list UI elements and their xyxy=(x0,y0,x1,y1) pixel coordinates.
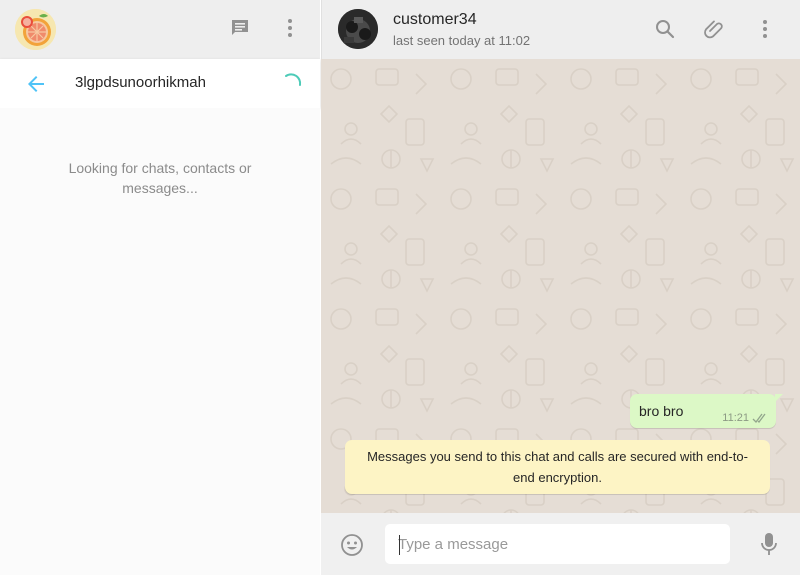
message-time: 11:21 xyxy=(722,412,749,424)
contact-name: customer34 xyxy=(393,11,477,28)
chat-search-button[interactable] xyxy=(653,17,677,41)
search-input[interactable]: 3lgpdsunoorhikmah xyxy=(75,74,206,91)
emoji-icon xyxy=(341,534,363,556)
contact-avatar[interactable] xyxy=(338,9,378,49)
more-vertical-icon xyxy=(763,20,767,38)
message-text: bro bro xyxy=(639,403,684,419)
loading-spinner xyxy=(280,71,304,95)
attach-icon xyxy=(704,20,723,39)
search-results: Looking for chats, contacts or messages.… xyxy=(0,108,320,575)
mic-icon xyxy=(761,533,777,555)
search-bar: 3lgpdsunoorhikmah xyxy=(0,59,320,108)
message-list[interactable]: bro bro 11:21 Messages you send to this … xyxy=(321,59,800,513)
search-status-text: Looking for chats, contacts or messages.… xyxy=(68,160,252,196)
contact-last-seen: last seen today at 11:02 xyxy=(393,33,531,48)
double-check-icon xyxy=(752,413,766,423)
contact-photo xyxy=(338,9,378,49)
emoji-button[interactable] xyxy=(340,533,364,562)
sidebar-header xyxy=(0,0,320,59)
new-chat-button[interactable] xyxy=(228,16,252,40)
text-caret xyxy=(399,535,400,555)
search-back-button[interactable] xyxy=(24,72,48,101)
grapefruit-icon xyxy=(15,9,56,50)
chat-menu-button[interactable] xyxy=(753,17,777,41)
outgoing-message[interactable]: bro bro 11:21 xyxy=(630,394,783,428)
sidebar: 3lgpdsunoorhikmah Looking for chats, con… xyxy=(0,0,320,575)
voice-message-button[interactable] xyxy=(760,532,778,563)
message-input-box[interactable] xyxy=(384,523,731,565)
chat-header[interactable]: customer34 last seen today at 11:02 xyxy=(321,0,800,59)
message-input[interactable] xyxy=(385,524,730,564)
more-vertical-icon xyxy=(288,19,292,37)
sidebar-menu-button[interactable] xyxy=(278,16,302,40)
search-icon xyxy=(656,20,675,39)
chat-pane: customer34 last seen today at 11:02 bro … xyxy=(321,0,800,575)
profile-avatar[interactable] xyxy=(15,9,56,50)
message-meta: 11:21 xyxy=(722,412,768,424)
encryption-notice[interactable]: Messages you send to this chat and calls… xyxy=(345,440,770,494)
back-arrow-icon xyxy=(28,76,44,92)
message-icon xyxy=(232,20,248,35)
attach-button[interactable] xyxy=(703,17,727,41)
spinner-icon xyxy=(285,73,302,86)
message-composer xyxy=(321,513,800,575)
